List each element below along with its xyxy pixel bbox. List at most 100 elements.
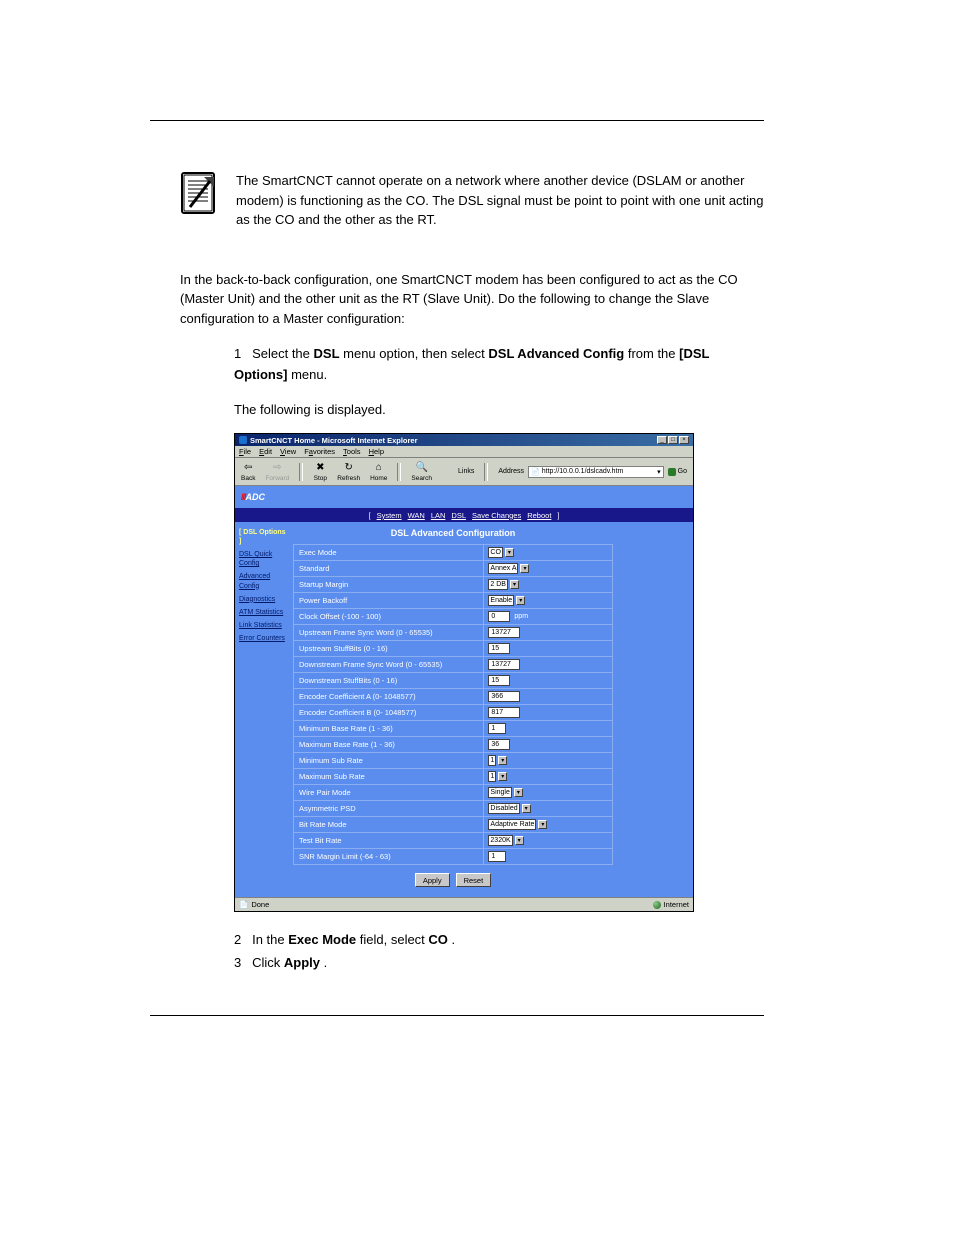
config-row: Asymmetric PSD Disabled▾ bbox=[294, 800, 612, 816]
step1-suffix: menu. bbox=[291, 367, 327, 382]
menu-help[interactable]: Help bbox=[369, 447, 384, 456]
input-19[interactable]: 1 bbox=[488, 851, 506, 862]
select-17[interactable]: Adaptive Rate bbox=[488, 819, 536, 830]
top-link-system[interactable]: System bbox=[377, 511, 402, 520]
menu-view[interactable]: View bbox=[280, 447, 296, 456]
select-13[interactable]: 1 bbox=[488, 755, 496, 766]
sidebar-item-atm-statistics[interactable]: ATM Statistics bbox=[239, 608, 289, 617]
back-button[interactable]: ⇦Back bbox=[241, 462, 255, 482]
config-row: Minimum Sub Rate1▾ bbox=[294, 752, 612, 768]
status-text: Done bbox=[251, 900, 269, 909]
chevron-down-icon[interactable]: ▾ bbox=[498, 756, 507, 765]
menu-edit[interactable]: Edit bbox=[259, 447, 272, 456]
config-label: Standard bbox=[294, 561, 484, 576]
config-label: Test Bit Rate bbox=[294, 833, 484, 848]
top-link-dsl[interactable]: DSL bbox=[451, 511, 466, 520]
go-button[interactable]: Go bbox=[668, 468, 687, 476]
forward-button[interactable]: ⇨Forward bbox=[265, 462, 289, 482]
note-icon bbox=[180, 171, 216, 215]
top-link-save[interactable]: Save Changes bbox=[472, 511, 521, 520]
step1-mid: menu option, then select bbox=[343, 346, 488, 361]
chevron-down-icon[interactable]: ▾ bbox=[514, 788, 523, 797]
config-label: Minimum Base Rate (1 - 36) bbox=[294, 721, 484, 736]
top-link-lan[interactable]: LAN bbox=[431, 511, 446, 520]
close-button[interactable]: × bbox=[679, 436, 689, 444]
step1-bold1: DSL bbox=[314, 346, 340, 361]
select-3[interactable]: Enable bbox=[488, 595, 514, 606]
reset-button[interactable]: Reset bbox=[456, 873, 492, 887]
select-0[interactable]: CO bbox=[488, 547, 503, 558]
config-label: Clock Offset (-100 - 100) bbox=[294, 609, 484, 624]
config-row: Encoder Coefficient A (0- 1048577) 366 bbox=[294, 688, 612, 704]
sidebar-item-advanced-config[interactable]: Advanced Config bbox=[239, 572, 289, 590]
config-value-cell: 1 bbox=[484, 849, 612, 864]
config-value-cell: 366 bbox=[484, 689, 612, 704]
sidebar-item-link-statistics[interactable]: Link Statistics bbox=[239, 621, 289, 630]
chevron-down-icon[interactable]: ▾ bbox=[538, 820, 547, 829]
config-row: Downstream Frame Sync Word (0 - 65535)13… bbox=[294, 656, 612, 672]
menu-favorites[interactable]: Favorites bbox=[304, 447, 335, 456]
input-9[interactable]: 366 bbox=[488, 691, 520, 702]
step1-prefix: Select the bbox=[252, 346, 313, 361]
search-button[interactable]: 🔍Search bbox=[411, 462, 432, 482]
address-input[interactable]: 📄 http://10.0.0.1/dslcadv.htm ▾ bbox=[528, 466, 664, 478]
config-value-cell: 0ppm bbox=[484, 609, 612, 624]
step-number: 1 bbox=[234, 346, 241, 361]
sidebar-item-dsl-quick-config[interactable]: DSL Quick Config bbox=[239, 550, 289, 568]
menu-file[interactable]: File bbox=[239, 447, 251, 456]
select-15[interactable]: Single bbox=[488, 787, 511, 798]
sidebar-item-diagnostics[interactable]: Diagnostics bbox=[239, 595, 289, 604]
select-16[interactable]: Disabled bbox=[488, 803, 519, 814]
config-label: Asymmetric PSD bbox=[294, 801, 484, 816]
home-button[interactable]: ⌂Home bbox=[370, 462, 387, 482]
select-18[interactable]: 2320K bbox=[488, 835, 512, 846]
config-label: Maximum Base Rate (1 - 36) bbox=[294, 737, 484, 752]
menu-tools[interactable]: Tools bbox=[343, 447, 361, 456]
internet-zone-icon bbox=[653, 901, 661, 909]
config-value-cell: 2 DB▾ bbox=[484, 577, 612, 592]
config-table: Exec ModeCO▾StandardAnnex A▾Startup Marg… bbox=[293, 544, 613, 865]
input-12[interactable]: 36 bbox=[488, 739, 510, 750]
page-status-icon: 📄 bbox=[239, 900, 248, 909]
input-8[interactable]: 15 bbox=[488, 675, 510, 686]
select-14[interactable]: 1 bbox=[488, 771, 496, 782]
config-row: Upstream Frame Sync Word (0 - 65535)1372… bbox=[294, 624, 612, 640]
chevron-down-icon[interactable]: ▾ bbox=[516, 596, 525, 605]
chevron-down-icon[interactable]: ▾ bbox=[515, 836, 524, 845]
maximize-button[interactable]: □ bbox=[668, 436, 678, 444]
input-11[interactable]: 1 bbox=[488, 723, 506, 734]
address-dropdown-icon[interactable]: ▾ bbox=[657, 468, 661, 476]
config-value-cell: 2320K▾ bbox=[484, 833, 612, 848]
step-3: 3 Click Apply . bbox=[234, 951, 764, 974]
adc-logo: ///ADC bbox=[241, 492, 265, 502]
chevron-down-icon[interactable]: ▾ bbox=[522, 804, 531, 813]
config-row: Clock Offset (-100 - 100)0ppm bbox=[294, 608, 612, 624]
input-6[interactable]: 15 bbox=[488, 643, 510, 654]
select-2[interactable]: 2 DB bbox=[488, 579, 508, 590]
chevron-down-icon[interactable]: ▾ bbox=[510, 580, 519, 589]
refresh-button[interactable]: ↻Refresh bbox=[337, 462, 360, 482]
top-link-wan[interactable]: WAN bbox=[408, 511, 425, 520]
top-link-reboot[interactable]: Reboot bbox=[527, 511, 551, 520]
config-value-cell: Annex A▾ bbox=[484, 561, 612, 576]
input-4[interactable]: 0 bbox=[488, 611, 510, 622]
config-label: Wire Pair Mode bbox=[294, 785, 484, 800]
step1-mid2: from the bbox=[628, 346, 679, 361]
stop-button[interactable]: ✖Stop bbox=[313, 462, 327, 482]
chevron-down-icon[interactable]: ▾ bbox=[498, 772, 507, 781]
config-label: Encoder Coefficient A (0- 1048577) bbox=[294, 689, 484, 704]
chevron-down-icon[interactable]: ▾ bbox=[505, 548, 514, 557]
select-1[interactable]: Annex A bbox=[488, 563, 518, 574]
input-5[interactable]: 13727 bbox=[488, 627, 520, 638]
apply-button[interactable]: Apply bbox=[415, 873, 450, 887]
config-row: Startup Margin2 DB▾ bbox=[294, 576, 612, 592]
minimize-button[interactable]: _ bbox=[657, 436, 667, 444]
zone-text: Internet bbox=[664, 900, 689, 909]
ie-logo-icon bbox=[239, 436, 247, 444]
chevron-down-icon[interactable]: ▾ bbox=[520, 564, 529, 573]
sidebar-item-error-counters[interactable]: Error Counters bbox=[239, 634, 289, 643]
window-title: SmartCNCT Home - Microsoft Internet Expl… bbox=[250, 436, 418, 445]
input-7[interactable]: 13727 bbox=[488, 659, 520, 670]
config-value-cell: Enable▾ bbox=[484, 593, 612, 608]
input-10[interactable]: 817 bbox=[488, 707, 520, 718]
